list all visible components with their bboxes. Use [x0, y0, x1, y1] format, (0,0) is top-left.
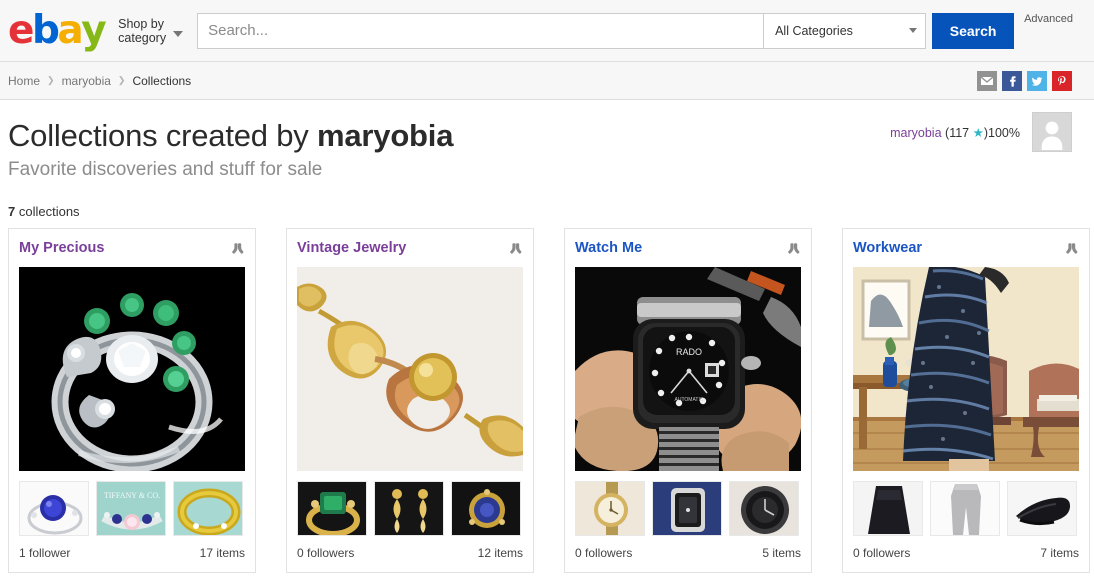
- pinterest-share-icon[interactable]: [1052, 71, 1072, 91]
- item-count: 12 items: [477, 546, 523, 560]
- breadcrumb-bar: Home ❯ maryobia ❯ Collections: [0, 62, 1094, 100]
- collection-card-header: My Precious: [19, 240, 245, 264]
- collection-card-footer: 0 followers 12 items: [297, 546, 523, 560]
- thumbnail[interactable]: [930, 481, 1000, 536]
- breadcrumb-item-home[interactable]: Home: [8, 74, 40, 88]
- collection-card[interactable]: Vintage Jewelry 0 followers 12 items: [286, 228, 534, 573]
- seller-meta: maryobia (117 ★)100%: [890, 125, 1020, 140]
- chevron-down-icon: [173, 30, 184, 37]
- page-header: Collections created by maryobia Favorite…: [0, 100, 1094, 192]
- twitter-share-icon[interactable]: [1027, 71, 1047, 91]
- seller-info: maryobia (117 ★)100%: [890, 112, 1072, 152]
- seller-name-link[interactable]: maryobia: [890, 126, 941, 140]
- thumbnail[interactable]: [575, 481, 645, 536]
- feedback-star-icon: ★: [972, 125, 984, 140]
- page-subtitle: Favorite discoveries and stuff for sale: [8, 159, 323, 180]
- collection-title-link[interactable]: Workwear: [853, 240, 922, 256]
- page-title-prefix: Collections created by: [8, 118, 318, 153]
- collection-hero-image[interactable]: [297, 267, 523, 471]
- collection-title-link[interactable]: My Precious: [19, 240, 104, 256]
- breadcrumb-separator-icon: ❯: [117, 75, 126, 85]
- collection-card-header: Vintage Jewelry: [297, 240, 523, 264]
- collection-card[interactable]: My Precious TIFFANY & CO. 1 follower 17 …: [8, 228, 256, 573]
- thumbnail[interactable]: [19, 481, 89, 536]
- page-title-owner: maryobia: [317, 118, 454, 153]
- collection-thumbnails: [853, 481, 1079, 536]
- thumbnail[interactable]: TIFFANY & CO.: [96, 481, 166, 536]
- shop-by-line-1: Shop by: [118, 16, 165, 31]
- collection-card-header: Watch Me: [575, 240, 801, 264]
- follow-collection-icon[interactable]: [1064, 240, 1079, 256]
- collections-count-label: collections: [18, 204, 80, 219]
- collection-thumbnails: [575, 481, 801, 536]
- collections-count-row: 7 collections: [0, 192, 1094, 222]
- collection-card-footer: 1 follower 17 items: [19, 546, 245, 560]
- collection-hero-image[interactable]: [19, 267, 245, 471]
- logo-letter-b: b: [31, 8, 60, 53]
- feedback-percent: 100%: [988, 125, 1020, 140]
- collection-title-link[interactable]: Watch Me: [575, 240, 642, 256]
- collection-hero-image[interactable]: RADO AUTOMATIC: [575, 267, 801, 471]
- breadcrumb-item-collections: Collections: [132, 73, 192, 88]
- thumbnail[interactable]: [451, 481, 521, 536]
- svg-text:TIFFANY & CO.: TIFFANY & CO.: [104, 491, 160, 500]
- follow-collection-icon[interactable]: [786, 240, 801, 256]
- thumbnail[interactable]: [729, 481, 799, 536]
- ebay-logo[interactable]: ebay: [8, 8, 107, 53]
- collection-thumbnails: [297, 481, 523, 536]
- search-input[interactable]: [197, 12, 764, 49]
- follower-count: 0 followers: [575, 546, 633, 560]
- facebook-share-icon[interactable]: [1002, 71, 1022, 91]
- item-count: 7 items: [1040, 546, 1079, 560]
- follower-count: 0 followers: [853, 546, 911, 560]
- collections-grid: My Precious TIFFANY & CO. 1 follower 17 …: [0, 222, 1094, 573]
- category-select[interactable]: All Categories: [763, 12, 927, 49]
- follower-count: 0 followers: [297, 546, 355, 560]
- collection-hero-image[interactable]: [853, 267, 1079, 471]
- collection-card-footer: 0 followers 7 items: [853, 546, 1079, 560]
- chevron-down-icon: [909, 28, 918, 33]
- search-bar: All Categories Search Advanced: [197, 12, 1073, 49]
- breadcrumb-separator-icon: ❯: [47, 75, 55, 85]
- item-count: 5 items: [762, 546, 801, 560]
- thumbnail[interactable]: [652, 481, 722, 536]
- email-share-icon[interactable]: [977, 71, 997, 91]
- thumbnail[interactable]: [1007, 481, 1077, 536]
- logo-letter-a: a: [57, 8, 83, 53]
- category-select-value: All Categories: [775, 23, 853, 38]
- feedback-score[interactable]: 117: [949, 126, 969, 140]
- logo-letter-y: y: [81, 8, 106, 53]
- svg-text:RADO: RADO: [676, 347, 702, 357]
- social-share-group: [977, 71, 1072, 91]
- avatar[interactable]: [1032, 112, 1072, 152]
- collection-card[interactable]: Workwear 0 followers 7 items: [842, 228, 1090, 573]
- item-count: 17 items: [199, 546, 245, 560]
- collection-card-footer: 0 followers 5 items: [575, 546, 801, 560]
- thumbnail[interactable]: [297, 481, 367, 536]
- follower-count: 1 follower: [19, 546, 71, 560]
- site-header: ebay Shop by category All Categories Sea…: [0, 0, 1094, 62]
- thumbnail[interactable]: [173, 481, 243, 536]
- collections-count-number: 7: [8, 204, 16, 219]
- breadcrumb-item-maryobia[interactable]: maryobia: [62, 74, 111, 88]
- thumbnail[interactable]: [853, 481, 923, 536]
- collection-title-link[interactable]: Vintage Jewelry: [297, 240, 406, 256]
- follow-collection-icon[interactable]: [508, 240, 523, 256]
- svg-text:AUTOMATIC: AUTOMATIC: [675, 397, 704, 403]
- collection-thumbnails: TIFFANY & CO.: [19, 481, 245, 536]
- search-button[interactable]: Search: [932, 12, 1015, 49]
- breadcrumb: Home ❯ maryobia ❯ Collections: [8, 74, 191, 88]
- thumbnail[interactable]: [374, 481, 444, 536]
- follow-collection-icon[interactable]: [230, 240, 245, 256]
- advanced-search-link[interactable]: Advanced: [1024, 13, 1073, 49]
- collection-card[interactable]: Watch Me RADO AUTOMATIC 0 followers 5 it…: [564, 228, 812, 573]
- collection-card-header: Workwear: [853, 240, 1079, 264]
- shop-by-line-2: category: [118, 30, 167, 45]
- logo-letter-e: e: [8, 8, 34, 53]
- shop-by-category-button[interactable]: Shop by category: [118, 16, 184, 45]
